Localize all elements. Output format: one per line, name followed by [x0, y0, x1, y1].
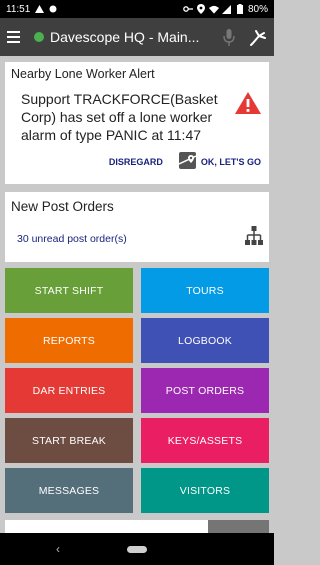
warning-icon: [234, 91, 263, 144]
app-title: Davescope HQ - Main...: [50, 29, 200, 45]
site-selector[interactable]: Davescope HQ - Main...: [26, 29, 214, 45]
logbook-button[interactable]: LOGBOOK: [141, 318, 269, 363]
status-time: 11:51: [6, 3, 31, 15]
online-status-dot: [34, 32, 44, 42]
circle-icon: [48, 4, 58, 14]
hand-icon[interactable]: [244, 18, 274, 56]
menu-icon[interactable]: [0, 18, 26, 56]
wifi-icon: [208, 4, 219, 14]
microphone-icon[interactable]: [214, 18, 244, 56]
start-shift-button[interactable]: START SHIFT: [5, 268, 133, 313]
ok-lets-go-label: OK, LET'S GO: [200, 156, 261, 167]
signal-icon: [222, 4, 232, 14]
keys-assets-button[interactable]: KEYS/ASSETS: [141, 418, 269, 463]
disregard-button[interactable]: DISREGARD: [109, 157, 163, 167]
post-orders-button[interactable]: POST ORDERS: [141, 368, 269, 413]
navigation-bar: ‹: [0, 533, 274, 565]
visitors-button[interactable]: VISITORS: [141, 468, 269, 513]
dar-entries-button[interactable]: DAR ENTRIES: [5, 368, 133, 413]
partial-card: [5, 520, 208, 533]
status-bar: 11:51 80%: [0, 0, 274, 18]
start-break-button[interactable]: START BREAK: [5, 418, 133, 463]
reports-button[interactable]: REPORTS: [5, 318, 133, 363]
hierarchy-icon: [245, 226, 263, 251]
partial-button[interactable]: [208, 520, 269, 533]
alert-message: Support TRACKFORCE(Basket Corp) has set …: [21, 91, 218, 143]
back-icon[interactable]: ‹: [56, 542, 60, 556]
location-icon: [196, 4, 206, 14]
unread-post-orders-link[interactable]: 30 unread post order(s): [17, 233, 127, 245]
dashboard: Nearby Lone Worker Alert Support TRACKFO…: [0, 56, 274, 533]
warning-icon: [34, 4, 44, 14]
key-icon: [183, 4, 193, 14]
home-icon[interactable]: [127, 545, 147, 553]
post-orders-title: New Post Orders: [11, 199, 114, 214]
alert-title: Nearby Lone Worker Alert: [11, 67, 155, 81]
post-orders-card[interactable]: New Post Orders 30 unread post order(s): [5, 192, 269, 262]
map-icon: [178, 152, 197, 171]
lone-worker-alert-card: Nearby Lone Worker Alert Support TRACKFO…: [5, 62, 269, 184]
messages-button[interactable]: MESSAGES: [5, 468, 133, 513]
battery-icon: [235, 4, 245, 14]
battery-level: 80%: [247, 3, 268, 15]
app-bar: Davescope HQ - Main...: [0, 18, 274, 56]
tours-button[interactable]: TOURS: [141, 268, 269, 313]
ok-lets-go-button[interactable]: OK, LET'S GO: [178, 152, 261, 171]
